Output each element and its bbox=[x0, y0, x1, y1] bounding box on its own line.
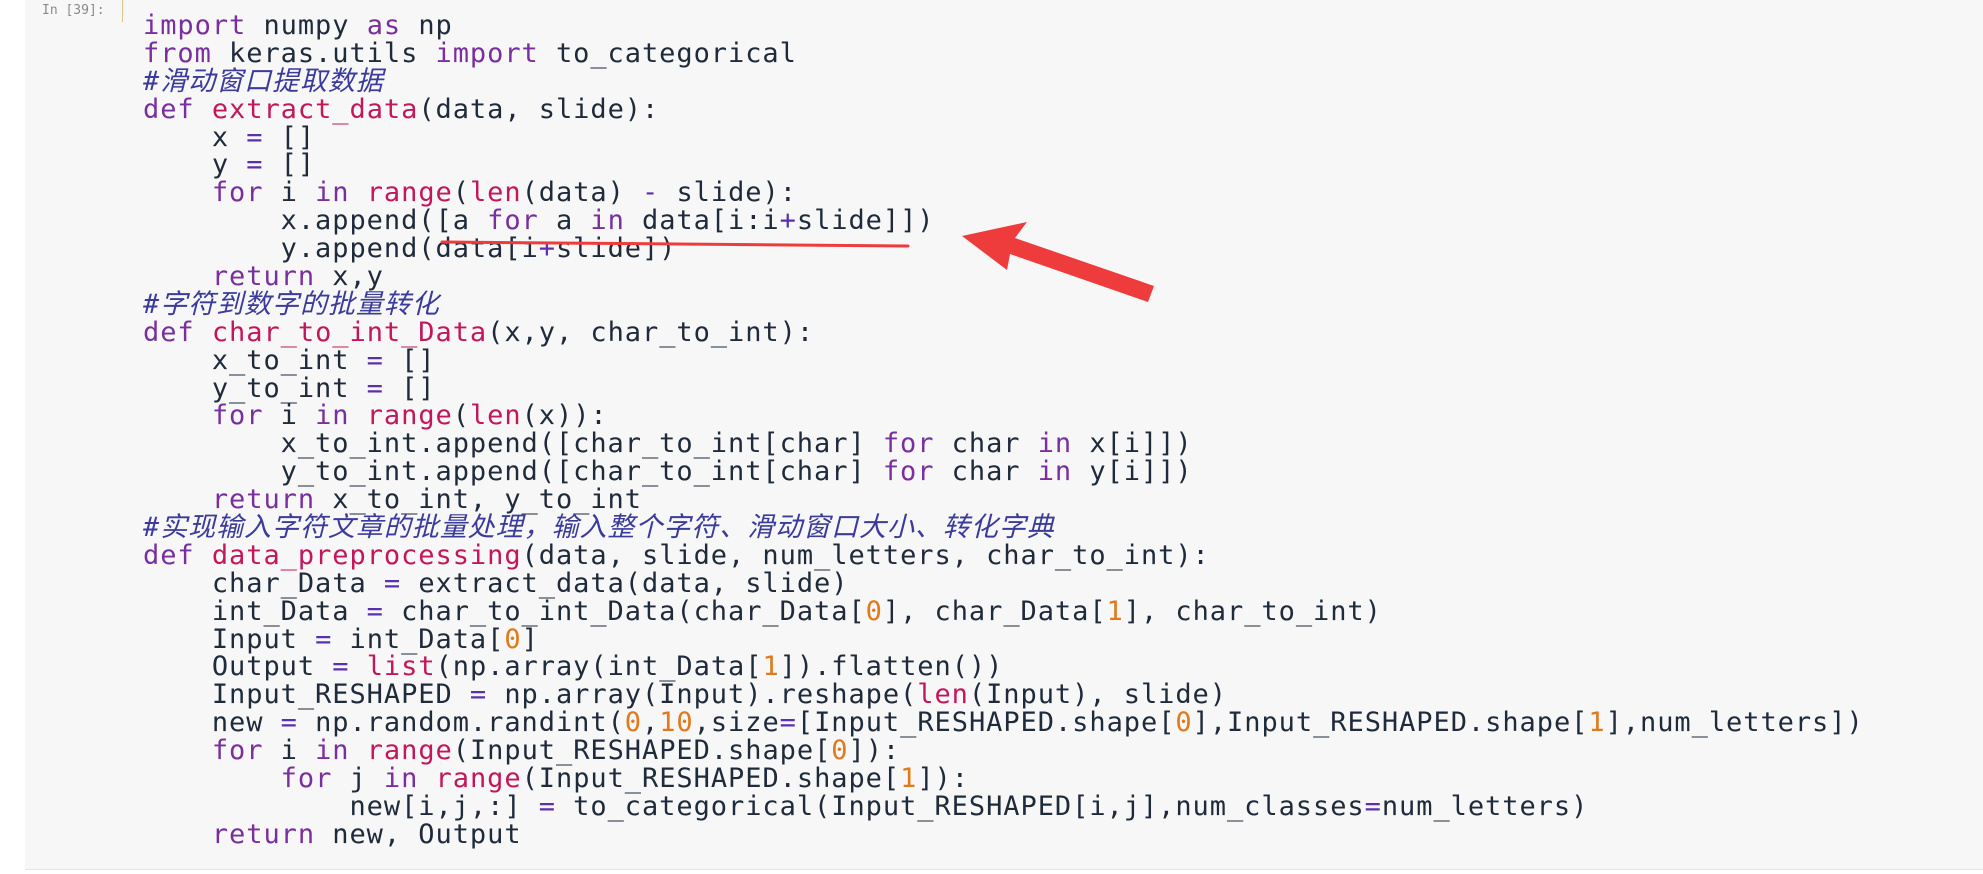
annotation-arrow-icon bbox=[962, 222, 1154, 302]
annotation-underline bbox=[440, 240, 910, 248]
annotation-overlay bbox=[440, 222, 1154, 302]
notebook-page: In [39]: import numpy as np from keras.ut… bbox=[0, 0, 1983, 874]
